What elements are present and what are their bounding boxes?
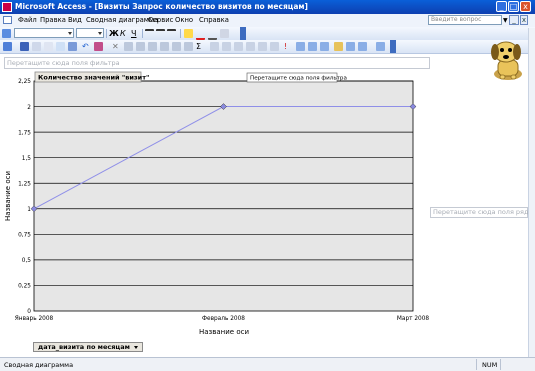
minimize-button[interactable]: _ bbox=[496, 1, 507, 12]
filter-drop-zone[interactable]: Перетащите сюда поля фильтра bbox=[4, 57, 430, 69]
italic-icon[interactable]: К bbox=[120, 29, 129, 38]
y-tick-label: 1,75 bbox=[18, 130, 31, 136]
y-tick-label: 1,5 bbox=[22, 156, 32, 162]
vertical-scrollbar[interactable] bbox=[528, 28, 535, 357]
status-bar: Сводная диаграмма NUM bbox=[0, 357, 535, 371]
maximize-button[interactable]: □ bbox=[508, 1, 519, 12]
line-style-icon[interactable] bbox=[220, 29, 229, 38]
autocalc-icon[interactable]: Σ bbox=[196, 42, 205, 51]
font-name-combo[interactable] bbox=[14, 28, 74, 38]
line-color-icon[interactable] bbox=[208, 29, 217, 40]
formatting-toolbar: Ж К Ч bbox=[0, 27, 535, 42]
fill-color-icon[interactable] bbox=[184, 29, 193, 38]
toolbar-end-handle[interactable] bbox=[240, 27, 246, 40]
underline-icon[interactable]: Ч bbox=[131, 29, 140, 38]
menu-view[interactable]: Вид bbox=[68, 16, 82, 24]
multiple-plots-icon[interactable] bbox=[234, 42, 243, 51]
objects-icon[interactable] bbox=[94, 42, 103, 51]
menu-help[interactable]: Справка bbox=[199, 16, 229, 24]
search-icon[interactable] bbox=[32, 42, 41, 51]
y-tick-label: 0,5 bbox=[22, 258, 32, 264]
category-field-label: дата_визита по месяцам bbox=[38, 343, 130, 351]
y-tick-label: 0,75 bbox=[18, 233, 31, 239]
help-icon[interactable] bbox=[376, 42, 385, 51]
x-axis-tick-labels: Январь 2008 Февраль 2008 Март 2008 bbox=[15, 316, 430, 322]
drop-zones-icon[interactable] bbox=[258, 42, 267, 51]
view-icon[interactable] bbox=[3, 42, 12, 51]
database-window-icon[interactable] bbox=[346, 42, 355, 51]
print-icon[interactable] bbox=[44, 42, 53, 51]
filter-tooltip-text: Перетащите сюда поля фильтра bbox=[250, 76, 347, 82]
chart-type-icon[interactable] bbox=[210, 42, 219, 51]
y-axis-tick-labels: 0 0,25 0,5 0,75 1 1,25 1,5 1,75 2 2,25 bbox=[18, 79, 31, 315]
undo-icon[interactable]: ↶ bbox=[82, 42, 91, 51]
x-tick-label: Февраль 2008 bbox=[202, 316, 245, 322]
status-divider bbox=[476, 359, 477, 370]
y-axis-title[interactable]: Название оси bbox=[4, 171, 12, 221]
plot-area[interactable] bbox=[33, 80, 414, 312]
y-tick-label: 2,25 bbox=[18, 79, 31, 85]
category-field-button[interactable]: дата_визита по месяцам bbox=[33, 342, 143, 352]
close-button[interactable]: x bbox=[520, 1, 531, 12]
field-list-folder-icon[interactable] bbox=[334, 42, 343, 51]
paste-icon[interactable] bbox=[148, 42, 157, 51]
ask-dropdown-arrow-icon[interactable]: ▼ bbox=[503, 17, 508, 24]
toolbar-end-handle[interactable] bbox=[390, 40, 396, 53]
menu-file[interactable]: Файл bbox=[18, 16, 37, 24]
font-color-icon[interactable] bbox=[196, 29, 205, 40]
sort-descending-icon[interactable] bbox=[172, 42, 181, 51]
new-object-icon[interactable] bbox=[358, 42, 367, 51]
filter-icon[interactable] bbox=[320, 42, 329, 51]
x-axis-title[interactable]: Название оси bbox=[199, 328, 249, 336]
spelling-icon[interactable] bbox=[68, 42, 77, 51]
doc-close-button[interactable]: x bbox=[520, 15, 528, 25]
y-tick-label: 1,25 bbox=[18, 181, 31, 187]
export-icon[interactable] bbox=[308, 42, 317, 51]
document-icon[interactable] bbox=[3, 16, 12, 24]
delete-icon[interactable]: ✕ bbox=[112, 42, 121, 51]
window-title: Microsoft Access - [Визиты Запрос количе… bbox=[15, 2, 308, 11]
y-tick-label: 0,25 bbox=[18, 284, 31, 290]
sort-ascending-icon[interactable] bbox=[160, 42, 169, 51]
bold-icon[interactable]: Ж bbox=[109, 29, 119, 38]
doc-minimize-button[interactable]: _ bbox=[509, 15, 519, 25]
refresh-icon[interactable] bbox=[296, 42, 305, 51]
chevron-down-icon[interactable] bbox=[133, 345, 138, 349]
y-tick-label: 2 bbox=[27, 105, 31, 111]
pivotchart-toolbar: ↶ ✕ Σ ! bbox=[0, 40, 535, 54]
access-app-icon[interactable] bbox=[2, 2, 12, 12]
autofilter-icon[interactable] bbox=[184, 42, 193, 51]
num-lock-indicator: NUM bbox=[482, 361, 498, 369]
series-drop-zone[interactable]: Перетащите сюда поля рядов bbox=[430, 207, 535, 218]
toolbar-separator bbox=[106, 29, 107, 38]
copy-icon[interactable] bbox=[136, 42, 145, 51]
by-row-col-icon[interactable] bbox=[222, 42, 231, 51]
status-text: Сводная диаграмма bbox=[4, 361, 74, 369]
menu-window[interactable]: Окно bbox=[175, 16, 193, 24]
toolbar-separator bbox=[180, 29, 181, 38]
title-bar: Microsoft Access - [Визиты Запрос количе… bbox=[0, 0, 535, 14]
field-list-icon[interactable] bbox=[270, 42, 279, 51]
preview-icon[interactable] bbox=[56, 42, 65, 51]
data-field-label: Количество значений "визит" bbox=[38, 74, 149, 82]
exclamation-icon[interactable]: ! bbox=[284, 42, 293, 51]
save-icon[interactable] bbox=[20, 42, 29, 51]
menu-tools[interactable]: Сервис bbox=[148, 16, 173, 24]
y-tick-label: 0 bbox=[27, 309, 31, 315]
y-tick-label: 1 bbox=[27, 207, 31, 213]
cut-icon[interactable] bbox=[124, 42, 133, 51]
menu-edit[interactable]: Правка bbox=[40, 16, 66, 24]
properties-icon[interactable] bbox=[2, 29, 11, 38]
status-divider bbox=[500, 359, 501, 370]
toolbar-separator bbox=[142, 29, 143, 38]
show-legend-icon[interactable] bbox=[246, 42, 255, 51]
x-tick-label: Март 2008 bbox=[397, 316, 430, 322]
font-size-combo[interactable] bbox=[76, 28, 104, 38]
ask-question-input[interactable]: Введите вопрос bbox=[428, 15, 502, 25]
x-tick-label: Январь 2008 bbox=[15, 316, 54, 322]
